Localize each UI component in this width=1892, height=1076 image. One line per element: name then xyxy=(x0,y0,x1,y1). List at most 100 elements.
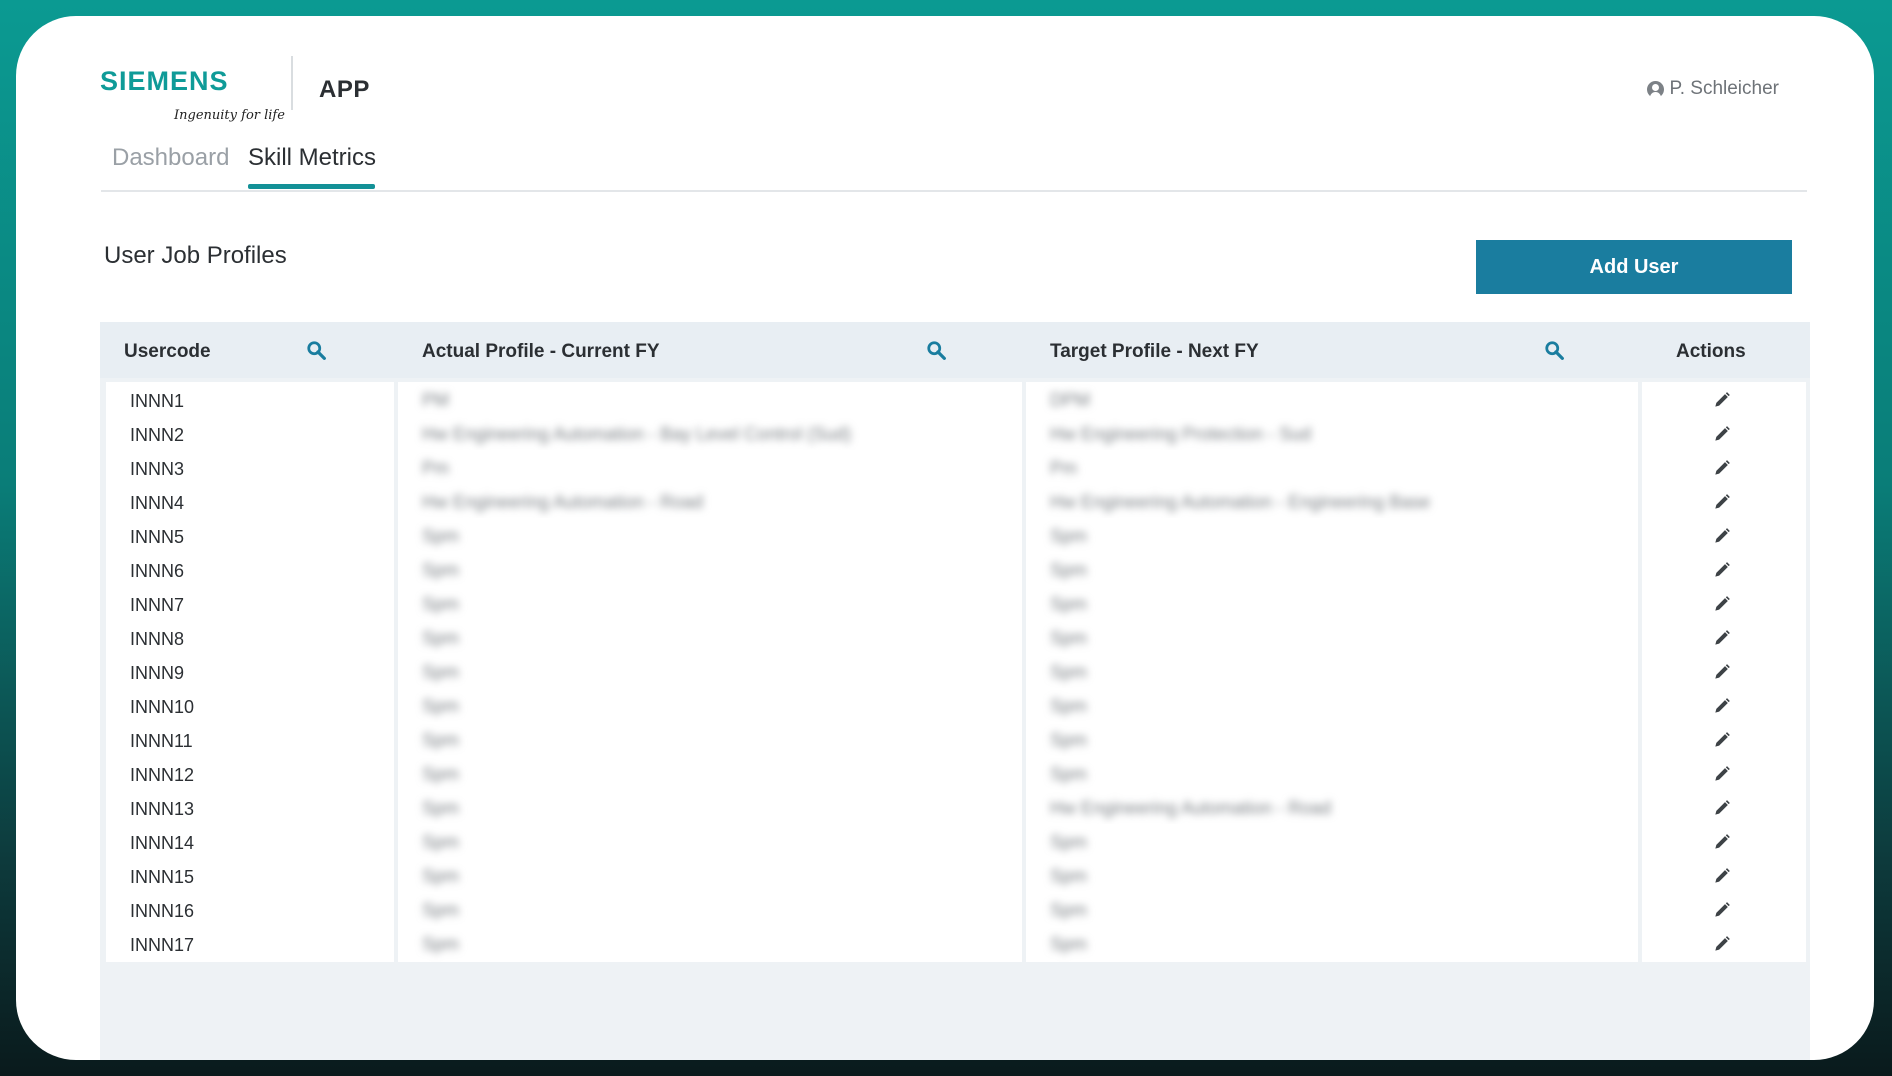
pencil-icon[interactable] xyxy=(1712,424,1732,444)
target-profile-text: Spm xyxy=(1050,900,1088,920)
pencil-icon[interactable] xyxy=(1712,798,1732,818)
target-profile-text: Spm xyxy=(1050,628,1088,648)
pencil-icon[interactable] xyxy=(1712,390,1732,410)
target-profile-cell: Spm xyxy=(1026,722,1638,758)
pencil-icon[interactable] xyxy=(1712,492,1732,512)
pencil-icon[interactable] xyxy=(1712,628,1732,648)
user-icon xyxy=(1646,80,1664,98)
actual-profile-cell: PM xyxy=(398,382,1022,418)
usercode-cell: INNN15 xyxy=(106,858,394,894)
app-title: APP xyxy=(319,76,370,103)
target-profile-cell: Spm xyxy=(1026,620,1638,656)
pencil-icon[interactable] xyxy=(1712,526,1732,546)
usercode-cell: INNN5 xyxy=(106,518,394,554)
usercode-text: INNN15 xyxy=(130,867,195,887)
target-profile-cell: Spm xyxy=(1026,518,1638,554)
actual-profile-cell: Spm xyxy=(398,926,1022,962)
actual-profile-cell: Spm xyxy=(398,756,1022,792)
actions-cell xyxy=(1642,926,1806,962)
actions-cell xyxy=(1642,552,1806,588)
target-profile-cell: Spm xyxy=(1026,926,1638,962)
usercode-cell: INNN9 xyxy=(106,654,394,690)
table-row: INNN5 Spm Spm xyxy=(106,518,1806,554)
column-label-actual-profile: Actual Profile - Current FY xyxy=(422,341,660,362)
search-icon[interactable] xyxy=(926,340,948,362)
usercode-cell: INNN3 xyxy=(106,450,394,486)
tab-dashboard[interactable]: Dashboard xyxy=(112,144,229,172)
actual-profile-cell: Spm xyxy=(398,586,1022,622)
actual-profile-text: Spm xyxy=(422,662,460,682)
add-user-button[interactable]: Add User xyxy=(1476,240,1792,294)
table-row: INNN7 Spm Spm xyxy=(106,586,1806,622)
user-name: P. Schleicher xyxy=(1669,78,1780,99)
table-row: INNN13 Spm Hw Engineering Automation - Roa… xyxy=(106,790,1806,826)
usercode-text: INNN17 xyxy=(130,935,195,955)
target-profile-text: Spm xyxy=(1050,832,1088,852)
table-row: INNN4 Hw Engineering Automation - Road Hw … xyxy=(106,484,1806,520)
pencil-icon[interactable] xyxy=(1712,458,1732,478)
usercode-text: INNN8 xyxy=(130,629,185,649)
actions-cell xyxy=(1642,382,1806,418)
usercode-text: INNN3 xyxy=(130,459,185,479)
pencil-icon[interactable] xyxy=(1712,764,1732,784)
pencil-icon[interactable] xyxy=(1712,900,1732,920)
actual-profile-text: Spm xyxy=(422,900,460,920)
pencil-icon[interactable] xyxy=(1712,594,1732,614)
actions-cell xyxy=(1642,756,1806,792)
usercode-text: INNN16 xyxy=(130,901,195,921)
column-label-actions: Actions xyxy=(1676,341,1746,362)
pencil-icon[interactable] xyxy=(1712,560,1732,580)
pencil-icon[interactable] xyxy=(1712,866,1732,886)
target-profile-text: Spm xyxy=(1050,560,1088,580)
actual-profile-text: Spm xyxy=(422,560,460,580)
actual-profile-cell: Spm xyxy=(398,722,1022,758)
table-header-row: Usercode Actual Profile - Current FY Tar… xyxy=(100,322,1810,378)
actual-profile-text: Spm xyxy=(422,628,460,648)
actions-cell xyxy=(1642,484,1806,520)
table-row: INNN15 Spm Spm xyxy=(106,858,1806,894)
table-row: INNN10 Spm Spm xyxy=(106,688,1806,724)
target-profile-cell: Hw Engineering Automation - Engineering … xyxy=(1026,484,1638,520)
pencil-icon[interactable] xyxy=(1712,934,1732,954)
usercode-cell: INNN16 xyxy=(106,892,394,928)
user-menu[interactable]: P. Schleicher xyxy=(1646,78,1780,100)
actual-profile-text: Spm xyxy=(422,594,460,614)
pencil-icon[interactable] xyxy=(1712,662,1732,682)
target-profile-cell: Hw Engineering Protection - Sud xyxy=(1026,416,1638,452)
tab-skill-metrics[interactable]: Skill Metrics xyxy=(248,144,376,172)
target-profile-cell: Spm xyxy=(1026,552,1638,588)
actual-profile-cell: Spm xyxy=(398,620,1022,656)
search-icon[interactable] xyxy=(306,340,328,362)
column-label-target-profile: Target Profile - Next FY xyxy=(1050,341,1259,362)
target-profile-text: DPM xyxy=(1050,390,1090,410)
usercode-cell: INNN14 xyxy=(106,824,394,860)
table-row: INNN12 Spm Spm xyxy=(106,756,1806,792)
usercode-text: INNN4 xyxy=(130,493,185,513)
target-profile-text: Spm xyxy=(1050,662,1088,682)
usercode-text: INNN5 xyxy=(130,527,185,547)
usercode-cell: INNN12 xyxy=(106,756,394,792)
pencil-icon[interactable] xyxy=(1712,832,1732,852)
target-profile-text: Spm xyxy=(1050,594,1088,614)
header-divider xyxy=(291,56,293,110)
usercode-text: INNN7 xyxy=(130,595,185,615)
actual-profile-cell: Spm xyxy=(398,824,1022,860)
table-row: INNN3 Pm Pm xyxy=(106,450,1806,486)
pencil-icon[interactable] xyxy=(1712,696,1732,716)
usercode-cell: INNN6 xyxy=(106,552,394,588)
table-row: INNN9 Spm Spm xyxy=(106,654,1806,690)
column-header-actual-profile: Actual Profile - Current FY xyxy=(398,322,1022,378)
actual-profile-text: Spm xyxy=(422,934,460,954)
target-profile-cell: DPM xyxy=(1026,382,1638,418)
actual-profile-text: Spm xyxy=(422,730,460,750)
table-row: INNN1 PM DPM xyxy=(106,382,1806,418)
usercode-text: INNN12 xyxy=(130,765,195,785)
column-label-usercode: Usercode xyxy=(124,341,211,362)
target-profile-cell: Spm xyxy=(1026,756,1638,792)
pencil-icon[interactable] xyxy=(1712,730,1732,750)
actions-cell xyxy=(1642,654,1806,690)
usercode-text: INNN11 xyxy=(130,731,193,751)
search-icon[interactable] xyxy=(1544,340,1566,362)
actions-cell xyxy=(1642,892,1806,928)
usercode-cell: INNN7 xyxy=(106,586,394,622)
